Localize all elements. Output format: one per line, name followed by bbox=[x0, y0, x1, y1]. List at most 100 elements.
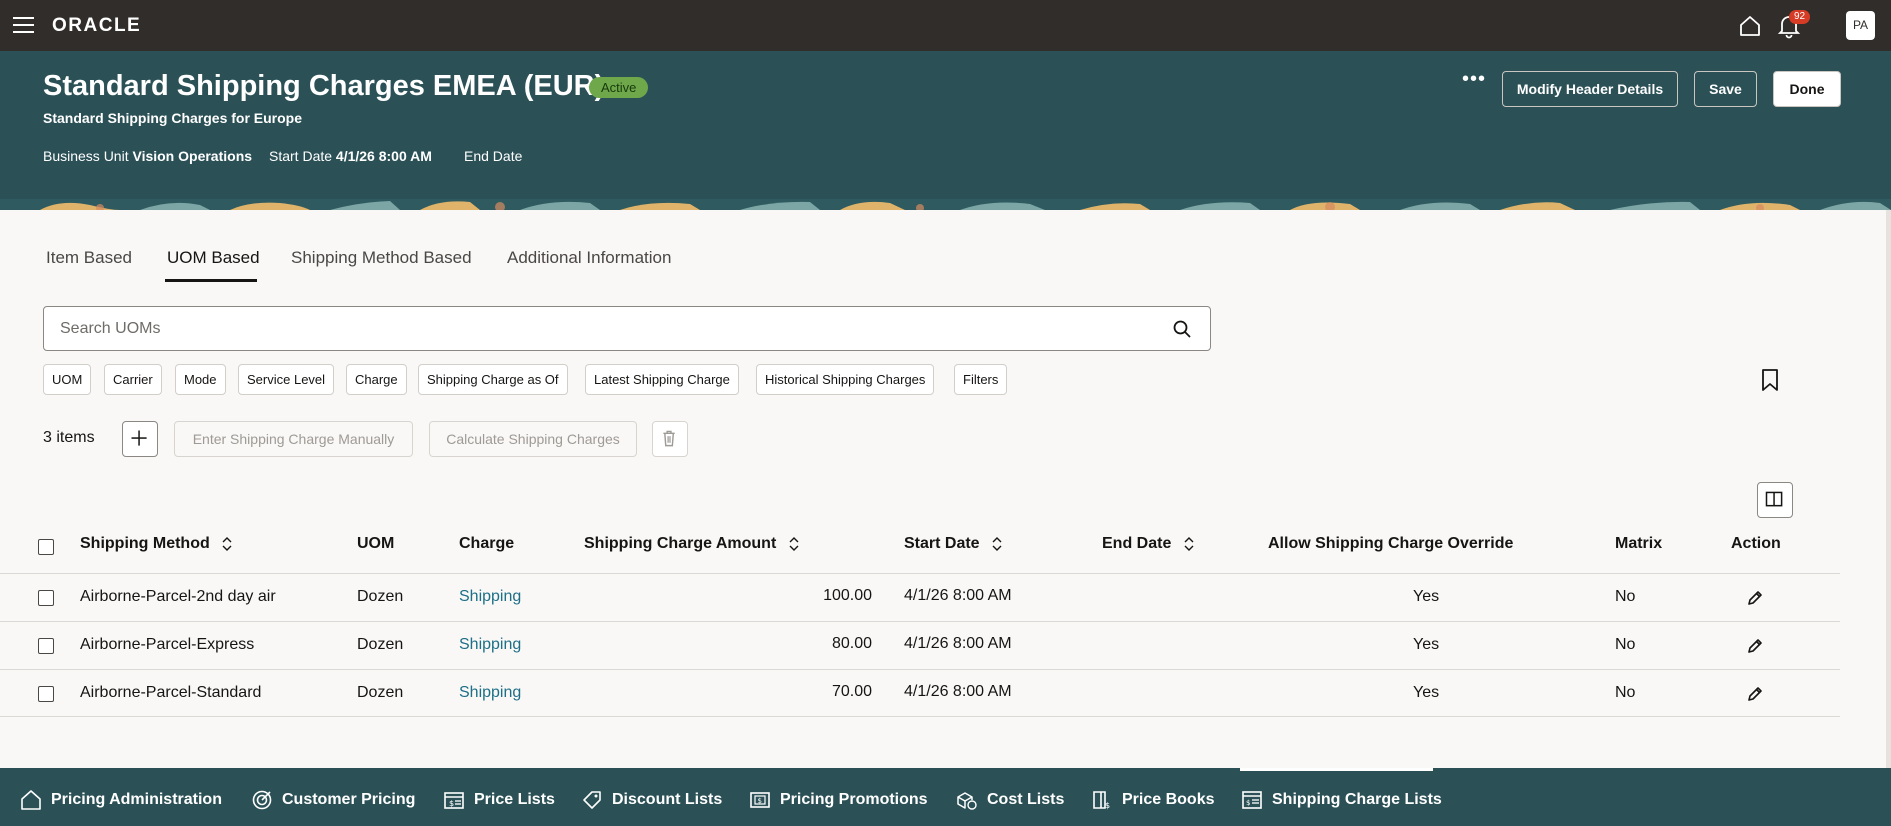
cell-allow-override: Yes bbox=[1413, 684, 1440, 701]
sort-icon[interactable] bbox=[1184, 536, 1194, 552]
detail-panel-toggle-button[interactable] bbox=[1757, 482, 1793, 518]
tab-item-based[interactable]: Item Based bbox=[46, 248, 132, 268]
column-header-uom: UOM bbox=[357, 535, 395, 552]
filter-chip-charge[interactable]: Charge bbox=[346, 364, 407, 395]
more-actions-icon[interactable]: ••• bbox=[1462, 69, 1486, 93]
nav-price-lists[interactable]: Price Lists bbox=[474, 791, 555, 809]
cell-start-date: 4/1/26 8:00 AM bbox=[904, 683, 1012, 700]
nav-pricing-administration[interactable]: Pricing Administration bbox=[51, 791, 222, 809]
items-count: 3 items bbox=[43, 429, 95, 446]
svg-text:$: $ bbox=[758, 797, 762, 805]
svg-text:$: $ bbox=[449, 799, 454, 808]
sort-icon[interactable] bbox=[992, 536, 1002, 552]
column-label: Shipping Charge Amount bbox=[584, 535, 777, 552]
enter-shipping-charge-manually-button[interactable]: Enter Shipping Charge Manually bbox=[174, 421, 413, 457]
business-unit-label: Business Unit bbox=[43, 148, 129, 164]
filter-chip-filters[interactable]: Filters bbox=[954, 364, 1008, 395]
home-icon[interactable] bbox=[1738, 14, 1762, 38]
column-label: Start Date bbox=[904, 535, 980, 552]
filter-chip-historical-shipping-charges[interactable]: Historical Shipping Charges bbox=[756, 364, 935, 395]
active-nav-indicator bbox=[1240, 768, 1433, 771]
row-checkbox[interactable] bbox=[38, 686, 54, 702]
cell-shipping-method: Airborne-Parcel-Express bbox=[80, 636, 255, 653]
column-header-start-date[interactable]: Start Date bbox=[904, 535, 1002, 553]
calculate-shipping-charges-button[interactable]: Calculate Shipping Charges bbox=[429, 421, 637, 457]
page-subtitle: Standard Shipping Charges for Europe bbox=[43, 110, 303, 126]
select-all-checkbox[interactable] bbox=[38, 539, 54, 555]
search-box bbox=[43, 306, 1211, 351]
column-label: End Date bbox=[1102, 535, 1172, 552]
row-checkbox[interactable] bbox=[38, 638, 54, 654]
nav-customer-pricing[interactable]: Customer Pricing bbox=[282, 791, 415, 809]
shipping-list-icon: $ bbox=[1242, 791, 1262, 809]
decorative-pattern bbox=[0, 199, 1891, 210]
column-header-shipping-method[interactable]: Shipping Method bbox=[80, 535, 232, 553]
vertical-scrollbar[interactable] bbox=[1886, 210, 1891, 768]
book-icon: $ bbox=[1093, 791, 1110, 810]
sort-icon[interactable] bbox=[789, 536, 799, 552]
edit-pencil-icon[interactable] bbox=[1746, 637, 1764, 655]
trash-icon bbox=[663, 430, 675, 447]
cell-charge-link[interactable]: Shipping bbox=[459, 684, 521, 702]
row-divider bbox=[0, 621, 1840, 622]
bookmark-icon[interactable] bbox=[1760, 368, 1780, 392]
start-date-label: Start Date bbox=[269, 148, 333, 164]
filter-chip-shipping-charge-as-of[interactable]: Shipping Charge as Of bbox=[418, 364, 568, 395]
delete-button[interactable] bbox=[652, 421, 688, 457]
done-button[interactable]: Done bbox=[1773, 71, 1841, 107]
search-input[interactable] bbox=[44, 307, 1144, 350]
cell-uom: Dozen bbox=[357, 684, 404, 701]
global-header: ORACLE 92 PA bbox=[0, 0, 1891, 51]
row-divider bbox=[0, 669, 1840, 670]
column-header-shipping-charge-amount[interactable]: Shipping Charge Amount bbox=[584, 535, 799, 553]
cost-icon bbox=[957, 792, 977, 810]
add-button[interactable] bbox=[122, 421, 158, 457]
edit-pencil-icon[interactable] bbox=[1746, 589, 1764, 607]
cell-charge-link[interactable]: Shipping bbox=[459, 636, 521, 654]
filter-chip-uom[interactable]: UOM bbox=[43, 364, 92, 395]
row-divider bbox=[0, 716, 1840, 717]
filter-chip-service-level[interactable]: Service Level bbox=[238, 364, 335, 395]
target-icon bbox=[252, 790, 272, 810]
cell-charge-link[interactable]: Shipping bbox=[459, 588, 521, 606]
cell-start-date: 4/1/26 8:00 AM bbox=[904, 587, 1012, 604]
nav-price-books[interactable]: Price Books bbox=[1122, 791, 1214, 809]
edit-pencil-icon[interactable] bbox=[1746, 685, 1764, 703]
user-avatar[interactable]: PA bbox=[1846, 11, 1875, 40]
save-button[interactable]: Save bbox=[1694, 71, 1757, 107]
tab-uom-based[interactable]: UOM Based bbox=[167, 248, 260, 268]
filter-chip-latest-shipping-charge[interactable]: Latest Shipping Charge bbox=[585, 364, 739, 395]
nav-shipping-charge-lists[interactable]: Shipping Charge Lists bbox=[1272, 791, 1442, 809]
modify-header-details-button[interactable]: Modify Header Details bbox=[1502, 71, 1678, 107]
end-date-label: End Date bbox=[464, 148, 523, 164]
nav-cost-lists[interactable]: Cost Lists bbox=[987, 791, 1064, 809]
home-icon bbox=[21, 790, 41, 810]
oracle-logo: ORACLE bbox=[52, 15, 142, 36]
tab-shipping-method-based[interactable]: Shipping Method Based bbox=[291, 248, 472, 268]
column-header-end-date[interactable]: End Date bbox=[1102, 535, 1194, 553]
row-checkbox[interactable] bbox=[38, 590, 54, 606]
cell-shipping-method: Airborne-Parcel-2nd day air bbox=[80, 588, 276, 605]
price-list-icon: $ bbox=[444, 792, 464, 809]
tab-additional-information[interactable]: Additional Information bbox=[507, 248, 671, 268]
cell-matrix: No bbox=[1615, 588, 1636, 605]
nav-pricing-promotions[interactable]: Pricing Promotions bbox=[780, 791, 928, 809]
cell-allow-override: Yes bbox=[1413, 636, 1440, 653]
status-badge: Active bbox=[589, 77, 649, 98]
filter-chip-mode[interactable]: Mode bbox=[175, 364, 226, 395]
cell-amount: 80.00 bbox=[831, 635, 872, 652]
column-header-action: Action bbox=[1731, 535, 1781, 552]
cell-allow-override: Yes bbox=[1413, 588, 1440, 605]
search-icon[interactable] bbox=[1172, 319, 1192, 339]
page-title: Standard Shipping Charges EMEA (EUR) bbox=[43, 70, 605, 102]
cell-start-date: 4/1/26 8:00 AM bbox=[904, 635, 1012, 652]
sort-icon[interactable] bbox=[222, 536, 232, 552]
nav-discount-lists[interactable]: Discount Lists bbox=[612, 791, 722, 809]
cell-matrix: No bbox=[1615, 684, 1636, 701]
column-header-allow-override: Allow Shipping Charge Override bbox=[1268, 535, 1514, 552]
hamburger-menu-icon[interactable] bbox=[13, 17, 34, 33]
cell-amount: 70.00 bbox=[831, 683, 872, 700]
active-tab-indicator bbox=[165, 279, 257, 282]
column-header-matrix: Matrix bbox=[1615, 535, 1663, 552]
filter-chip-carrier[interactable]: Carrier bbox=[104, 364, 162, 395]
